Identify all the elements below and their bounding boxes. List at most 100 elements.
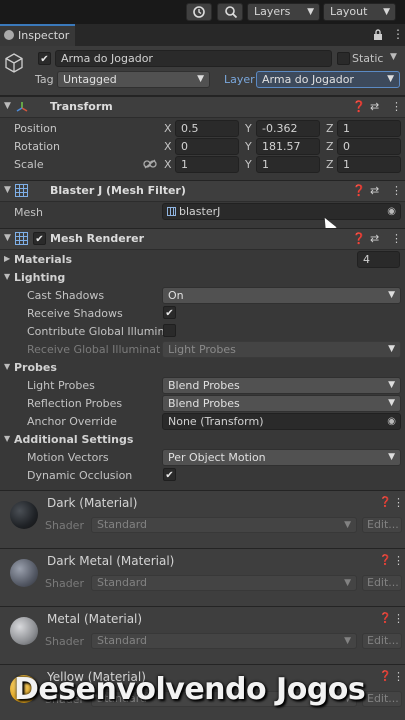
top-toolbar: Layers ▼ Layout ▼ [0, 0, 405, 24]
material-name: Metal (Material) [47, 612, 143, 626]
cast-shadows-dropdown[interactable]: On ▼ [162, 287, 401, 304]
tag-dropdown[interactable]: Untagged ▼ [57, 71, 210, 88]
cube-icon [5, 53, 23, 73]
kebab-menu-icon[interactable]: ⋮ [393, 670, 404, 683]
object-active-checkbox[interactable] [38, 52, 51, 65]
rotation-x-value: 0 [181, 140, 188, 153]
foldout-down-icon[interactable]: ▼ [4, 272, 10, 281]
help-icon[interactable]: ❓ [352, 184, 366, 197]
rotation-z-field[interactable]: 0 [337, 138, 401, 155]
probes-label[interactable]: Probes [14, 361, 57, 374]
axis-y-label: Y [245, 122, 252, 135]
preset-icon[interactable]: ⇄ [370, 184, 379, 197]
cast-shadows-label: Cast Shadows [27, 289, 105, 302]
chevron-down-icon: ▼ [197, 74, 204, 84]
motion-vectors-dropdown[interactable]: Per Object Motion ▼ [162, 449, 401, 466]
rotation-y-field[interactable]: 181.57 [256, 138, 320, 155]
rotation-x-field[interactable]: 0 [175, 138, 239, 155]
object-picker-icon[interactable]: ◉ [387, 414, 396, 429]
anchor-override-value: None (Transform) [168, 415, 264, 428]
chevron-down-icon[interactable]: ▼ [390, 52, 397, 62]
mesh-filter-header[interactable]: ▼ Blaster J (Mesh Filter) ❓ ⇄ ⋮ [0, 180, 405, 202]
material-metal[interactable]: Metal (Material) ❓ ⋮ Shader Standard ▼ Ed… [0, 606, 405, 664]
mesh-renderer-enabled-checkbox[interactable] [33, 232, 46, 245]
mesh-renderer-header[interactable]: ▼ Mesh Renderer ❓ ⇄ ⋮ [0, 228, 405, 250]
receive-gi-dropdown: Light Probes ▼ [162, 341, 401, 358]
tab-inspector-label: Inspector [18, 29, 70, 42]
scale-y-field[interactable]: 1 [256, 156, 320, 173]
receive-shadows-checkbox[interactable] [163, 306, 176, 319]
transform-title: Transform [50, 100, 113, 113]
material-dark-metal[interactable]: Dark Metal (Material) ❓ ⋮ Shader Standar… [0, 548, 405, 606]
foldout-icon[interactable]: ▼ [4, 233, 11, 243]
position-x-value: 0.5 [181, 122, 199, 135]
position-y-field[interactable]: -0.362 [256, 120, 320, 137]
help-icon[interactable]: ❓ [352, 232, 366, 245]
preset-icon[interactable]: ⇄ [370, 100, 379, 113]
scale-x-field[interactable]: 1 [175, 156, 239, 173]
materials-count-field[interactable]: 4 [357, 251, 400, 268]
layout-label: Layout [330, 5, 368, 18]
help-icon[interactable]: ❓ [352, 100, 366, 113]
help-icon[interactable]: ❓ [379, 497, 391, 508]
mesh-label: Mesh [14, 206, 43, 219]
history-icon [193, 6, 205, 18]
edit-shader-button[interactable]: Edit... [362, 517, 402, 533]
material-dark[interactable]: Dark (Material) ❓ ⋮ Shader Standard ▼ Edi… [0, 490, 405, 548]
kebab-menu-icon[interactable]: ⋮ [393, 554, 404, 567]
help-icon[interactable]: ❓ [379, 555, 391, 566]
transform-header[interactable]: ▼ Transform ❓ ⇄ ⋮ [0, 96, 405, 118]
axis-x-label: X [164, 122, 172, 135]
foldout-icon[interactable]: ▼ [4, 185, 11, 195]
contribute-gi-checkbox[interactable] [163, 324, 176, 337]
lighting-label[interactable]: Lighting [14, 271, 65, 284]
dynamic-occlusion-checkbox[interactable] [163, 468, 176, 481]
kebab-menu-icon[interactable]: ⋮ [391, 100, 402, 113]
shader-dropdown[interactable]: Standard ▼ [91, 575, 357, 591]
foldout-down-icon[interactable]: ▼ [4, 362, 10, 371]
foldout-down-icon[interactable]: ▼ [4, 434, 10, 443]
chevron-down-icon: ▼ [388, 398, 395, 408]
light-probes-dropdown[interactable]: Blend Probes ▼ [162, 377, 401, 394]
preset-icon[interactable]: ⇄ [370, 232, 379, 245]
chevron-down-icon: ▼ [388, 290, 395, 300]
materials-label[interactable]: Materials [14, 253, 72, 266]
link-constrain-icon[interactable] [143, 159, 157, 169]
anchor-override-field[interactable]: None (Transform) ◉ [162, 413, 401, 430]
kebab-menu-icon[interactable]: ⋮ [391, 184, 402, 197]
mesh-object-field[interactable]: blasterJ ◉ [162, 203, 401, 220]
chevron-down-icon: ▼ [344, 520, 351, 530]
object-name-field[interactable]: Arma do Jogador [55, 50, 332, 67]
edit-shader-button[interactable]: Edit... [362, 633, 402, 649]
material-name: Dark Metal (Material) [47, 554, 175, 568]
object-picker-icon[interactable]: ◉ [387, 204, 396, 219]
position-z-field[interactable]: 1 [337, 120, 401, 137]
position-x-field[interactable]: 0.5 [175, 120, 239, 137]
chevron-down-icon: ▼ [344, 578, 351, 588]
shader-dropdown[interactable]: Standard ▼ [91, 633, 357, 649]
history-button[interactable] [186, 3, 212, 21]
foldout-icon[interactable]: ▼ [4, 101, 11, 111]
receive-gi-value: Light Probes [168, 343, 236, 356]
foldout-right-icon[interactable]: ▶ [4, 254, 10, 263]
shader-dropdown[interactable]: Standard ▼ [91, 517, 357, 533]
reflection-probes-dropdown[interactable]: Blend Probes ▼ [162, 395, 401, 412]
scale-z-field[interactable]: 1 [337, 156, 401, 173]
layer-value: Arma do Jogador [262, 73, 354, 86]
lock-icon[interactable] [373, 29, 383, 41]
additional-settings-label[interactable]: Additional Settings [14, 433, 133, 446]
kebab-menu-icon[interactable]: ⋮ [393, 612, 404, 625]
edit-shader-button[interactable]: Edit... [362, 575, 402, 591]
layout-dropdown[interactable]: Layout ▼ [323, 3, 396, 21]
kebab-menu-icon[interactable]: ⋮ [392, 27, 404, 41]
layer-dropdown[interactable]: Arma do Jogador ▼ [256, 71, 400, 88]
search-button[interactable] [217, 3, 243, 21]
static-checkbox[interactable] [337, 52, 350, 65]
layers-dropdown[interactable]: Layers ▼ [247, 3, 320, 21]
light-probes-label: Light Probes [27, 379, 95, 392]
help-icon[interactable]: ❓ [379, 613, 391, 624]
tab-inspector[interactable]: Inspector [0, 24, 75, 46]
receive-gi-label: Receive Global Illumination [27, 343, 160, 356]
kebab-menu-icon[interactable]: ⋮ [391, 232, 402, 245]
kebab-menu-icon[interactable]: ⋮ [393, 496, 404, 509]
